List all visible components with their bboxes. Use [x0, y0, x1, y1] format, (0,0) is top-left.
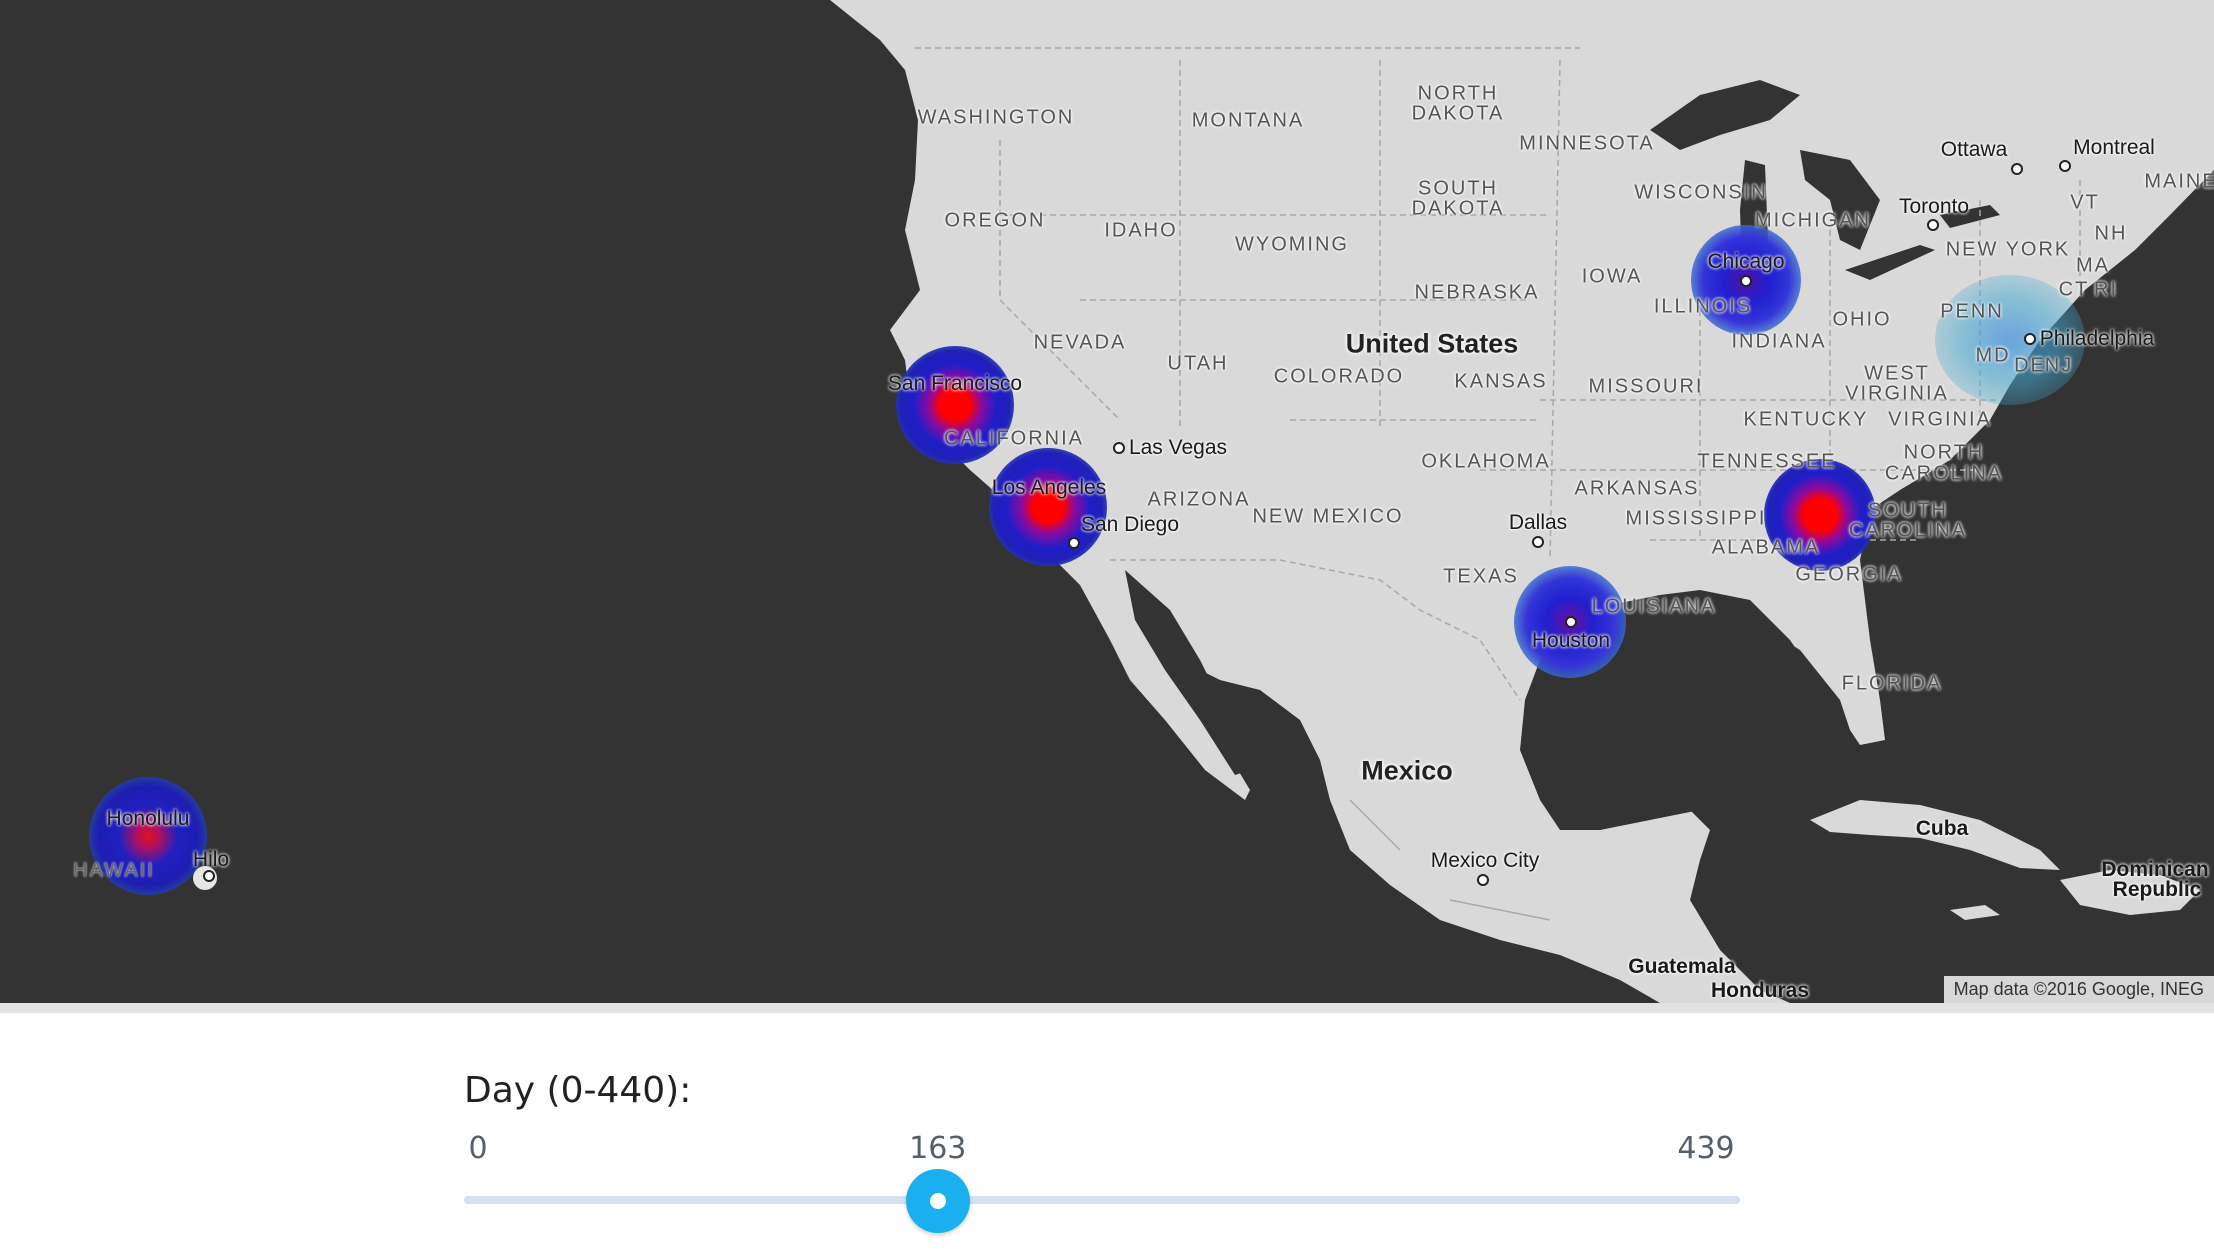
- map-divider: [0, 1003, 2214, 1013]
- slider-max-label: 439: [1677, 1131, 1735, 1166]
- slider-value-label: 163: [909, 1131, 967, 1166]
- map-view[interactable]: WASHINGTON MONTANA NORTH DAKOTA MINNESOT…: [0, 0, 2214, 1003]
- slider-thumb[interactable]: [905, 1169, 970, 1233]
- slider-min-label: 0: [468, 1131, 488, 1166]
- slider-track[interactable]: [464, 1196, 1740, 1204]
- map-attribution[interactable]: Map data ©2016 Google, INEG: [1943, 976, 2214, 1003]
- slider-panel: Day (0-440): 0 163 439: [0, 1013, 2214, 1256]
- slider-title: Day (0-440):: [464, 1070, 692, 1111]
- city-markers: [203, 160, 2071, 886]
